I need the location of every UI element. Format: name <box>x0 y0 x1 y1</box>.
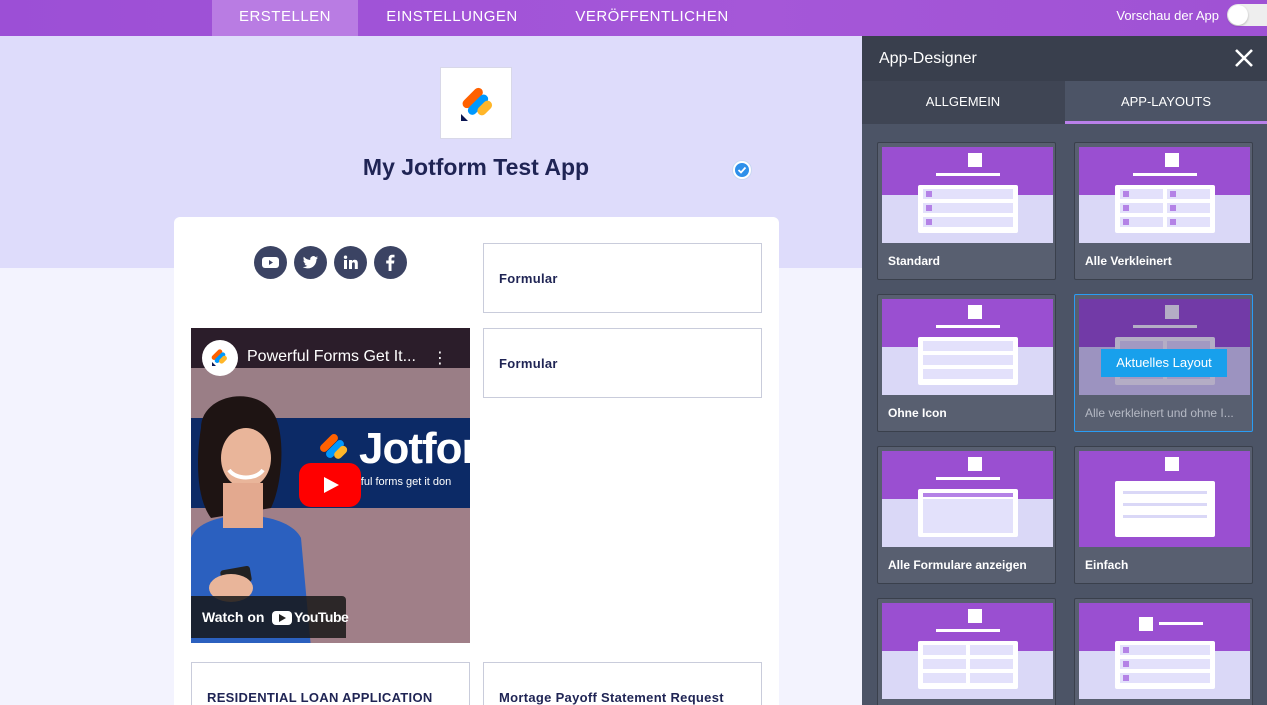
layout-option-8[interactable] <box>1074 598 1253 705</box>
layout-label: Alle Formulare anzeigen <box>888 558 1027 572</box>
video-brand-text: Jotform <box>359 424 470 473</box>
toggle-knob <box>1228 5 1248 25</box>
youtube-logo-icon <box>272 611 292 625</box>
current-layout-badge: Aktuelles Layout <box>1101 349 1227 377</box>
layout-label: Alle verkleinert und ohne I... <box>1085 406 1234 420</box>
youtube-icon[interactable] <box>254 246 287 279</box>
layout-thumbnail <box>882 603 1053 699</box>
layout-option-alle-verkleinert[interactable]: Alle Verkleinert <box>1074 142 1253 280</box>
current-layout-overlay <box>1079 299 1250 395</box>
layout-option-7[interactable] <box>877 598 1056 705</box>
video-channel-logo[interactable] <box>202 340 238 376</box>
preview-app-label: Vorschau der App <box>1116 8 1219 23</box>
layout-thumbnail <box>882 451 1053 547</box>
app-designer-panel: App-Designer ALLGEMEIN APP-LAYOUTS Stand… <box>862 36 1267 705</box>
tab-erstellen[interactable]: ERSTELLEN <box>212 0 358 36</box>
form-button-label: Mortage Payoff Statement Request <box>499 690 724 705</box>
layout-thumbnail <box>1079 451 1250 547</box>
app-logo[interactable] <box>440 67 512 139</box>
play-button-icon[interactable] <box>299 463 361 507</box>
form-button-label: Formular <box>499 356 558 371</box>
layout-thumbnail <box>1079 147 1250 243</box>
twitter-icon[interactable] <box>294 246 327 279</box>
video-title[interactable]: Powerful Forms Get It... <box>247 348 416 366</box>
form-button-label: RESIDENTIAL LOAN APPLICATION <box>207 690 433 705</box>
watch-on-youtube-button[interactable]: Watch on YouTube <box>191 596 349 638</box>
youtube-wordmark: YouTube <box>294 609 349 625</box>
form-button-residential-loan[interactable]: RESIDENTIAL LOAN APPLICATION <box>191 662 470 705</box>
linkedin-icon[interactable] <box>334 246 367 279</box>
close-icon[interactable] <box>1232 46 1256 70</box>
video-tagline: erful forms get it don <box>351 476 452 488</box>
panel-header: App-Designer <box>862 36 1267 81</box>
form-button-1[interactable]: Formular <box>483 243 762 313</box>
tab-app-layouts[interactable]: APP-LAYOUTS <box>1065 81 1267 124</box>
layout-option-alle-verkleinert-ohne-icon[interactable]: Aktuelles Layout Alle verkleinert und oh… <box>1074 294 1253 432</box>
preview-app-toggle[interactable] <box>1227 4 1267 26</box>
panel-title: App-Designer <box>879 50 977 67</box>
layout-thumbnail <box>882 147 1053 243</box>
layout-option-standard[interactable]: Standard <box>877 142 1056 280</box>
layout-label: Standard <box>888 254 941 268</box>
youtube-video-embed[interactable]: Powerful Forms Get It... ⋮ Jotform erful… <box>191 328 470 643</box>
app-title[interactable]: My Jotform Test App <box>300 154 652 181</box>
more-options-icon[interactable]: ⋮ <box>432 348 448 368</box>
form-button-2[interactable]: Formular <box>483 328 762 398</box>
verified-check-icon <box>733 161 751 179</box>
tab-einstellungen[interactable]: EINSTELLUNGEN <box>358 0 546 36</box>
watch-on-label: Watch on <box>202 609 265 625</box>
layout-label: Einfach <box>1085 558 1129 572</box>
layout-option-alle-formulare-anzeigen[interactable]: Alle Formulare anzeigen <box>877 446 1056 584</box>
tab-veroeffentlichen[interactable]: VERÖFFENTLICHEN <box>546 0 758 36</box>
top-navigation-bar: ERSTELLEN EINSTELLUNGEN VERÖFFENTLICHEN … <box>0 0 1267 36</box>
layout-thumbnail <box>1079 603 1250 699</box>
layout-thumbnail <box>882 299 1053 395</box>
tab-allgemein[interactable]: ALLGEMEIN <box>862 81 1064 124</box>
panel-tabs: ALLGEMEIN APP-LAYOUTS <box>862 81 1267 124</box>
layout-label: Ohne Icon <box>888 406 947 420</box>
layout-label: Alle Verkleinert <box>1085 254 1172 268</box>
layout-option-einfach[interactable]: Einfach <box>1074 446 1253 584</box>
form-button-label: Formular <box>499 271 558 286</box>
jotform-logo-icon <box>461 87 493 121</box>
form-button-mortgage-payoff[interactable]: Mortage Payoff Statement Request <box>483 662 762 705</box>
facebook-icon[interactable] <box>374 246 407 279</box>
layout-option-ohne-icon[interactable]: Ohne Icon <box>877 294 1056 432</box>
